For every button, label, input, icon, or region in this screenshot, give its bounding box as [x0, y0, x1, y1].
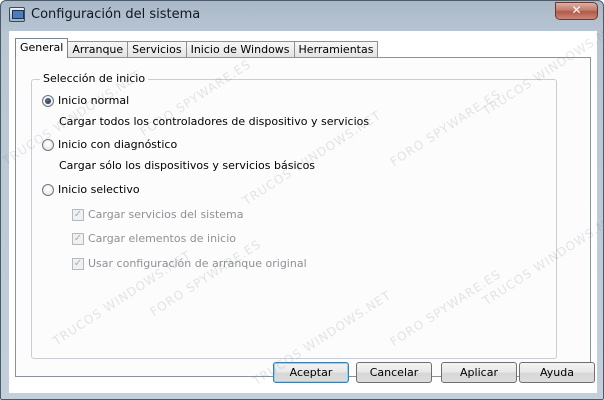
normal-startup-description: Cargar todos los controladores de dispos…	[59, 115, 370, 128]
general-tab-panel: Selección de inicio Inicio normal Cargar…	[15, 57, 591, 377]
help-button[interactable]: Ayuda	[519, 362, 595, 383]
normal-startup-option[interactable]: Inicio normal	[42, 94, 129, 107]
tab-general[interactable]: General	[15, 38, 69, 58]
load-startup-items-option: ✓ Cargar elementos de inicio	[72, 232, 236, 245]
tab-herramientas[interactable]: Herramientas	[293, 41, 379, 58]
window-title: Configuración del sistema	[31, 7, 201, 22]
selective-startup-label: Inicio selectivo	[58, 183, 140, 196]
tab-arranque[interactable]: Arranque	[67, 41, 129, 58]
normal-startup-radio[interactable]	[42, 94, 54, 107]
system-config-icon	[9, 7, 25, 22]
group-label: Selección de inicio	[40, 72, 149, 85]
title-bar[interactable]: Configuración del sistema ✕	[1, 1, 603, 29]
close-button[interactable]: ✕	[555, 2, 598, 20]
tab-inicio-de-windows[interactable]: Inicio de Windows	[185, 41, 295, 58]
selective-startup-option[interactable]: Inicio selectivo	[42, 183, 140, 196]
apply-button[interactable]: Aplicar	[441, 362, 517, 383]
load-startup-items-checkbox: ✓	[72, 232, 84, 245]
dialog-body: General Arranque Servicios Inicio de Win…	[9, 31, 597, 393]
load-system-services-label: Cargar servicios del sistema	[88, 208, 244, 221]
system-configuration-window: Configuración del sistema ✕ General Arra…	[0, 0, 604, 400]
selective-startup-radio[interactable]	[42, 183, 54, 196]
diagnostic-startup-radio[interactable]	[42, 138, 54, 151]
tab-servicios[interactable]: Servicios	[127, 41, 187, 58]
load-system-services-checkbox: ✓	[72, 208, 84, 221]
load-startup-items-label: Cargar elementos de inicio	[88, 232, 236, 245]
original-boot-config-label: Usar configuración de arranque original	[88, 257, 307, 270]
normal-startup-label: Inicio normal	[58, 94, 130, 107]
original-boot-config-option: ✓ Usar configuración de arranque origina…	[72, 257, 307, 270]
startup-selection-group: Selección de inicio Inicio normal Cargar…	[31, 72, 557, 359]
diagnostic-startup-label: Inicio con diagnóstico	[58, 138, 178, 151]
load-system-services-option: ✓ Cargar servicios del sistema	[72, 208, 244, 221]
accept-button[interactable]: Aceptar	[273, 362, 349, 383]
tab-strip: General Arranque Servicios Inicio de Win…	[15, 38, 379, 58]
diagnostic-startup-description: Cargar sólo los dispositivos y servicios…	[59, 159, 316, 172]
cancel-button[interactable]: Cancelar	[356, 362, 432, 383]
diagnostic-startup-option[interactable]: Inicio con diagnóstico	[42, 138, 177, 151]
original-boot-config-checkbox: ✓	[72, 257, 84, 270]
